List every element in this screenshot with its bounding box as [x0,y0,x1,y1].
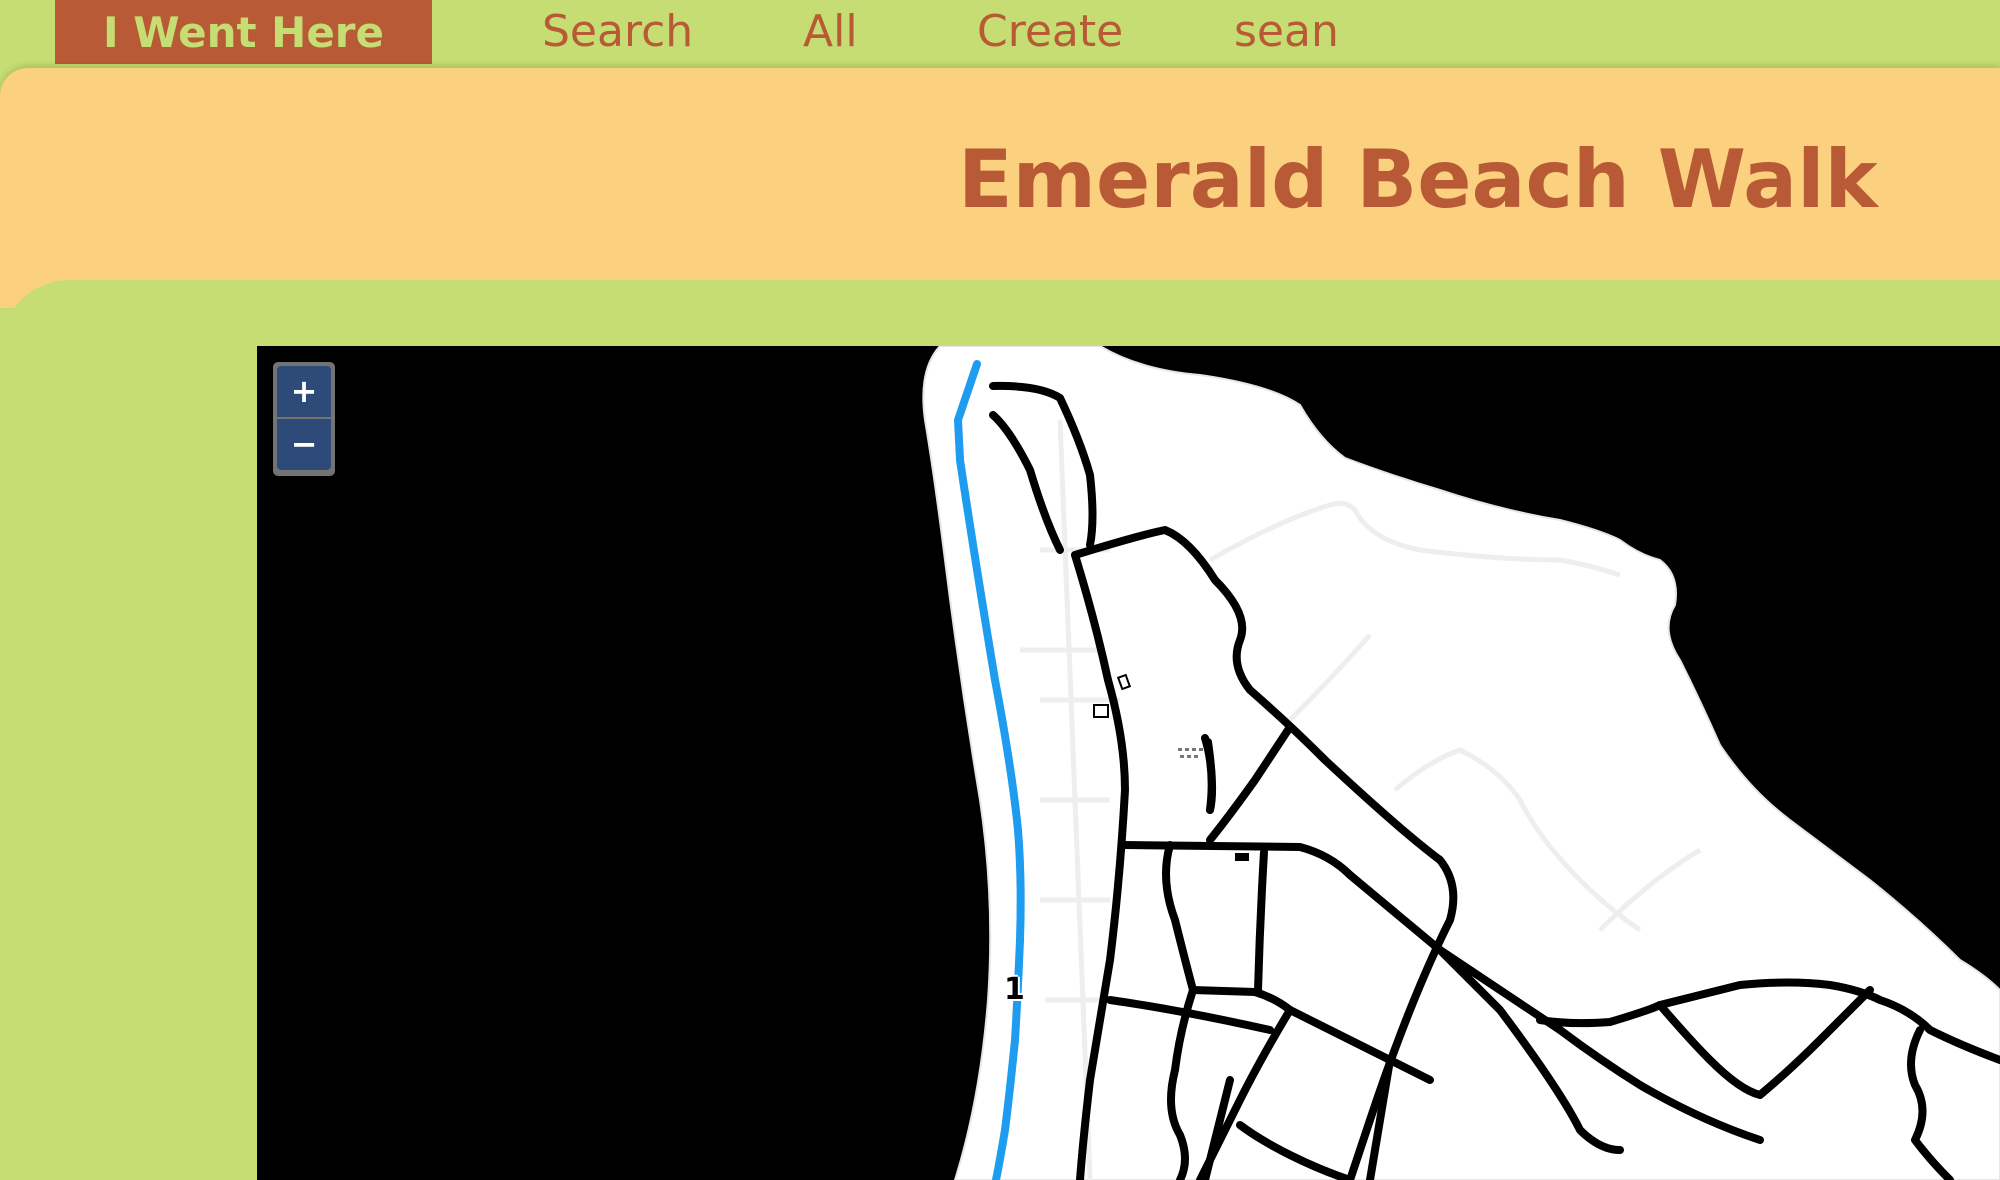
nav-search-link[interactable]: Search [542,4,693,60]
brand-link[interactable]: I Went Here [55,0,432,64]
nav-create-link[interactable]: Create [977,4,1123,60]
zoom-out-button[interactable]: − [277,419,331,470]
zoom-control: + − [273,362,335,476]
route-marker-label[interactable]: 1 [1004,970,1028,1010]
page-title: Emerald Beach Walk [958,133,1878,226]
nav-user-link[interactable]: sean [1234,4,1339,60]
top-nav: I Went Here Search All Create sean [0,0,2000,68]
nav-all-link[interactable]: All [803,4,858,60]
zoom-in-button[interactable]: + [277,366,331,417]
route-map[interactable] [257,346,2000,1180]
map-tiles [922,346,2000,1180]
